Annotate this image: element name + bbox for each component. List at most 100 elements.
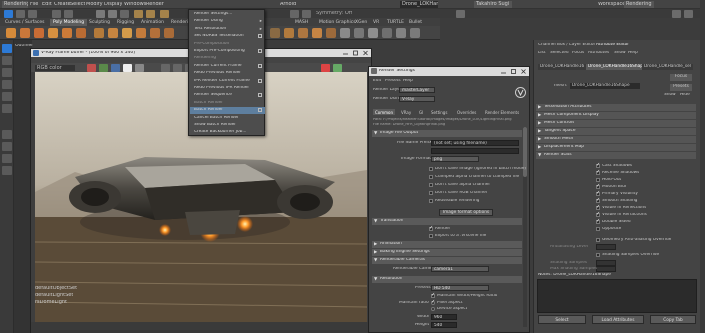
- workspace-selector[interactable]: Rendering: [2, 1, 28, 8]
- workspace-dropdown[interactable]: Rendering: [624, 1, 654, 8]
- close-icon[interactable]: [362, 50, 369, 56]
- render-menu-item[interactable]: Export Pre-Compositing: [190, 48, 265, 55]
- image-output-checkbox[interactable]: [429, 167, 433, 171]
- new-scene-icon[interactable]: [4, 10, 13, 18]
- section-image-file-output[interactable]: ▼ Image File Output: [372, 130, 522, 137]
- render-menu-item[interactable]: Render Current Frame: [190, 63, 265, 70]
- override-checkbox[interactable]: [596, 253, 600, 257]
- option-box-icon[interactable]: [258, 34, 262, 39]
- alpha-channel-icon[interactable]: [123, 64, 132, 72]
- start-render-icon[interactable]: [333, 64, 342, 72]
- load-image-icon[interactable]: [173, 64, 182, 72]
- close-icon[interactable]: [520, 68, 527, 75]
- shelf-tab-bullet[interactable]: Bullet: [406, 19, 425, 26]
- ae-section[interactable]: ▶ Tessellation Attributes: [536, 104, 696, 111]
- extrude-icon[interactable]: [122, 28, 132, 38]
- ae-menu-show[interactable]: Show: [614, 51, 626, 55]
- center-pivot-icon[interactable]: [396, 28, 406, 38]
- height-input[interactable]: 540: [431, 322, 457, 328]
- presets-button[interactable]: Presets: [670, 84, 692, 91]
- render-menu-item[interactable]: Test Resolution ▸: [190, 26, 265, 33]
- render-stat-checkbox[interactable]: [596, 178, 600, 182]
- menu-modify[interactable]: Modify: [86, 2, 103, 7]
- image-output-checkbox[interactable]: [429, 175, 433, 179]
- scale-tool-icon[interactable]: [2, 104, 12, 113]
- channel-box-tab[interactable]: Channel Box / Layer Editor: [538, 43, 595, 47]
- shelf-tab-sculpting[interactable]: Sculpting: [86, 19, 113, 26]
- render-frame-icon[interactable]: [290, 10, 299, 18]
- snap-point-icon[interactable]: [160, 10, 169, 18]
- minimize-icon[interactable]: [500, 68, 507, 75]
- lasso-tool-icon[interactable]: [2, 56, 12, 65]
- disabled-number-field[interactable]: [596, 266, 616, 272]
- quad-draw-icon[interactable]: [354, 28, 364, 38]
- override-checkbox[interactable]: [596, 238, 600, 242]
- combine-icon[interactable]: [94, 28, 104, 38]
- menu-render[interactable]: Render: [146, 2, 164, 7]
- device-aspect-radio[interactable]: [431, 307, 435, 311]
- ae-section[interactable]: ▶ Mesh Component Display: [536, 112, 696, 119]
- panel-icon[interactable]: [684, 10, 693, 18]
- rs-tab-gi[interactable]: GI: [417, 109, 425, 115]
- search-field[interactable]: Drone_LOKHandle16: [400, 1, 438, 8]
- render-menu-item[interactable]: Batch Render: [190, 107, 265, 115]
- freeze-icon[interactable]: [382, 28, 392, 38]
- symmetry-status[interactable]: Symmetry: Off: [316, 11, 352, 16]
- shelf-tab-poly-modeling[interactable]: Poly Modeling: [50, 19, 88, 26]
- minimize-icon[interactable]: [342, 50, 349, 56]
- shelf-tab-mash[interactable]: MASH: [292, 19, 311, 26]
- menu-create[interactable]: Create: [54, 2, 71, 7]
- menu-edit[interactable]: Edit: [42, 2, 52, 7]
- section-renderable-cameras[interactable]: ▼ Renderable Cameras: [372, 257, 522, 264]
- outliner-item-objectset[interactable]: defaultObjectSet: [35, 286, 77, 291]
- render-menu-item[interactable]: Render Using ▸: [190, 18, 265, 25]
- shelf-tab-turtle[interactable]: TURTLE: [384, 19, 407, 26]
- green-channel-icon[interactable]: [99, 64, 108, 72]
- image-format-options-button[interactable]: Image format options: [439, 209, 493, 216]
- hide-button[interactable]: Hide: [680, 93, 690, 97]
- uv-editor-icon[interactable]: [270, 28, 280, 38]
- render-menu-item[interactable]: Set NURBS Tessellation: [190, 33, 265, 40]
- rs-tab-settings[interactable]: Settings: [429, 109, 449, 115]
- image-format-dropdown[interactable]: png: [431, 156, 479, 162]
- render-stat-checkbox[interactable]: [596, 204, 600, 210]
- option-box-icon[interactable]: [258, 108, 262, 113]
- shelf-tab-curves[interactable]: Curves / Surfaces: [2, 19, 48, 26]
- sphere-icon[interactable]: [6, 28, 16, 38]
- load-attributes-button[interactable]: Load Attributes: [592, 315, 644, 324]
- copy-tab-button[interactable]: Copy Tab: [650, 315, 696, 324]
- ae-menu-attributes[interactable]: Attributes: [588, 51, 609, 55]
- persp-outliner-icon[interactable]: [2, 154, 12, 163]
- ae-section[interactable]: ▶ Smooth Mesh: [536, 136, 696, 143]
- cone-icon[interactable]: [48, 28, 58, 38]
- render-stat-checkbox[interactable]: [596, 183, 600, 189]
- shelf-tab-vr[interactable]: VR: [370, 19, 382, 26]
- open-scene-icon[interactable]: [16, 10, 25, 18]
- ae-section[interactable]: ▶ Mesh Controls: [536, 120, 696, 127]
- render-using-dropdown[interactable]: V-Ray: [399, 96, 435, 102]
- render-menu-item[interactable]: Render Sequence: [190, 92, 265, 99]
- maximize-icon[interactable]: [352, 50, 359, 56]
- rs-tab-render-elements[interactable]: Render Elements: [483, 109, 521, 115]
- section-animation[interactable]: ▶ Animation: [372, 241, 522, 248]
- render-stat-checkbox[interactable]: [596, 162, 600, 168]
- ae-section[interactable]: ▶ Tangent Space: [536, 128, 696, 135]
- separate-icon[interactable]: [108, 28, 118, 38]
- ae-section[interactable]: ▼ Render Stats: [536, 152, 696, 159]
- render-menu-item[interactable]: Cancel Batch Render: [190, 115, 265, 122]
- ae-tab-shape[interactable]: Drone_LOKHandle16Shape: [586, 64, 648, 71]
- section-baking[interactable]: ▶ Baking Engine Settings: [372, 249, 522, 256]
- target-weld-icon[interactable]: [298, 28, 308, 38]
- menu-display[interactable]: Display: [104, 2, 122, 7]
- merge-icon[interactable]: [284, 28, 294, 38]
- section-translation[interactable]: ▼ Translation: [372, 218, 522, 225]
- renderable-camera-dropdown[interactable]: camera1: [431, 266, 489, 272]
- section-resolution[interactable]: ▼ Resolution: [372, 276, 522, 283]
- smooth-icon[interactable]: [164, 28, 174, 38]
- render-menu-item[interactable]: Redo Previous IPR Render: [190, 85, 265, 92]
- ae-menu-list[interactable]: List: [538, 51, 546, 55]
- width-input[interactable]: 960: [431, 314, 457, 320]
- rs-scrollbar[interactable]: [523, 127, 527, 327]
- maintain-ratio-checkbox[interactable]: [431, 292, 435, 298]
- focus-button[interactable]: Focus: [670, 74, 692, 81]
